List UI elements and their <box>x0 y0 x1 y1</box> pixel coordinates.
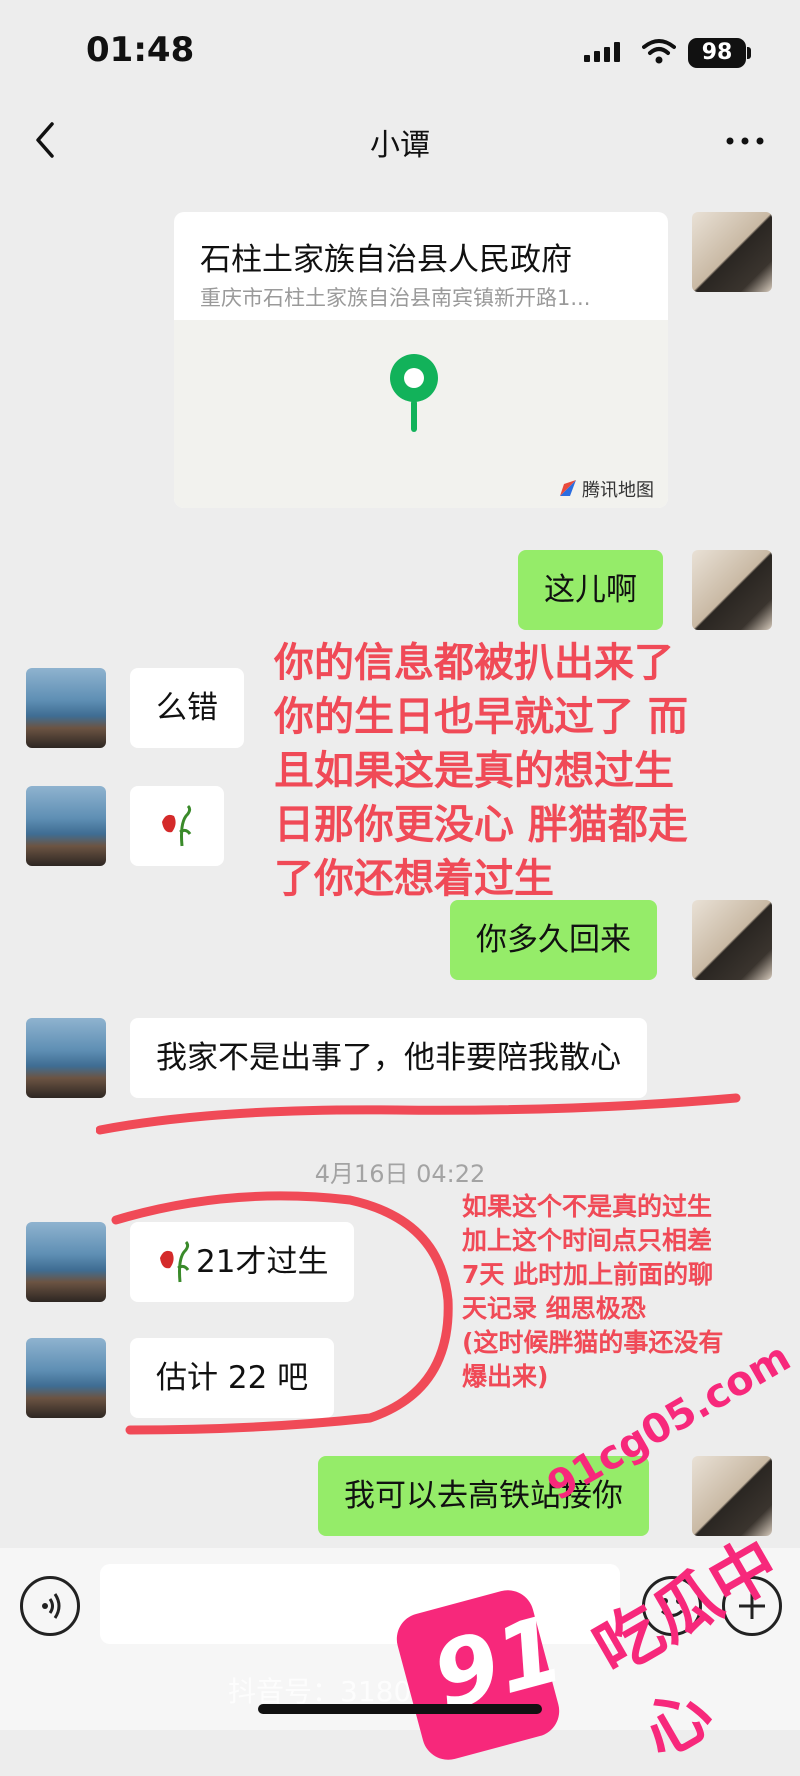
watermark-name: 吃瓜中心 <box>581 1523 792 1773</box>
avatar[interactable] <box>692 550 772 630</box>
chat-title: 小谭 <box>370 128 430 163</box>
location-title: 石柱土家族自治县人民政府 <box>200 242 572 278</box>
annotation-line: 7天 此时加上前面的聊 <box>462 1260 714 1289</box>
red-underline-mark <box>96 1093 741 1135</box>
voice-icon <box>42 1593 61 1619</box>
home-indicator <box>258 1704 542 1714</box>
wifi-icon <box>642 39 676 64</box>
avatar[interactable] <box>26 786 106 866</box>
annotation-line: 你的生日也早就过了 而 <box>274 694 688 740</box>
message-bubble[interactable]: 你多久回来 <box>450 900 657 980</box>
message-bubble[interactable]: 这儿啊 <box>518 550 663 630</box>
avatar[interactable] <box>26 1018 106 1098</box>
location-card[interactable]: 石柱土家族自治县人民政府 重庆市石柱土家族自治县南宾镇新开路1... 腾讯地图 <box>174 212 668 508</box>
signal-icon <box>584 42 620 62</box>
annotation-line: 如果这个不是真的过生 <box>462 1192 713 1221</box>
message-bubble[interactable] <box>130 786 224 866</box>
avatar[interactable] <box>692 212 772 292</box>
wilted-rose-icon <box>162 804 192 847</box>
map-pin-icon <box>390 354 438 432</box>
annotation-line: 且如果这是真的想过生 <box>274 748 674 794</box>
avatar[interactable] <box>26 1338 106 1418</box>
annotation-line: (这时候胖猫的事还没有 <box>462 1328 724 1357</box>
battery-icon: 98 <box>688 38 746 68</box>
annotation-line: 加上这个时间点只相差 <box>462 1226 713 1255</box>
more-options-icon[interactable] <box>722 126 768 156</box>
avatar[interactable] <box>26 1222 106 1302</box>
status-time: 01:48 <box>86 30 195 70</box>
tencent-map-logo-icon <box>560 480 576 496</box>
annotation-line: 日那你更没心 胖猫都走 <box>274 802 688 848</box>
location-address: 重庆市石柱土家族自治县南宾镇新开路1... <box>200 286 591 310</box>
annotation-line: 了你还想着过生 <box>274 856 554 902</box>
message-bubble[interactable]: 么错 <box>130 668 244 748</box>
annotation-line: 你的信息都被扒出来了 <box>274 640 674 686</box>
message-bubble[interactable]: 我家不是出事了，他非要陪我散心 <box>130 1018 647 1098</box>
map-provider-label: 腾讯地图 <box>582 480 654 501</box>
avatar[interactable] <box>26 668 106 748</box>
avatar[interactable] <box>692 900 772 980</box>
annotation-main: 你的信息都被扒出来了 你的生日也早就过了 而 且如果这是真的想过生 日那你更没心… <box>274 636 704 906</box>
timestamp: 4月16日 04:22 <box>314 1160 486 1188</box>
annotation-line: 天记录 细思极恐 <box>462 1294 646 1323</box>
red-circle-mark <box>111 1191 453 1435</box>
battery-tip <box>747 47 751 59</box>
voice-toggle-button[interactable] <box>20 1576 80 1636</box>
